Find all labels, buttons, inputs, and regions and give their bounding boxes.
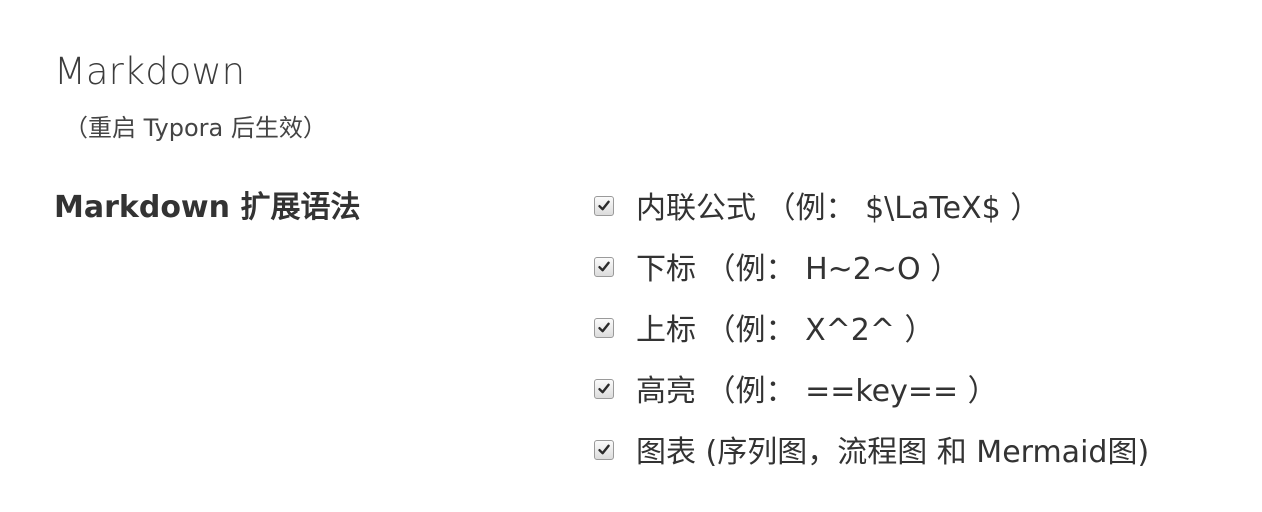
checkmark-icon xyxy=(598,444,610,454)
superscript-label: 上标 （例： X^2^ ） xyxy=(636,312,935,348)
section-title: Markdown xyxy=(54,50,246,93)
superscript-checkbox[interactable] xyxy=(594,317,614,338)
highlight-checkbox[interactable] xyxy=(594,378,614,399)
markdown-extension-options: 内联公式 （例： $\LaTeX$ ） 下标 （例： H~2~O ） 上标 （例… xyxy=(594,178,1234,483)
inline-math-label: 内联公式 （例： $\LaTeX$ ） xyxy=(636,190,1041,226)
highlight-label: 高亮 （例： ==key== ） xyxy=(636,373,998,409)
checkmark-icon xyxy=(598,322,610,332)
option-inline-math[interactable]: 内联公式 （例： $\LaTeX$ ） xyxy=(594,178,1234,239)
checkmark-icon xyxy=(598,383,610,393)
diagrams-label: 图表 (序列图，流程图 和 Mermaid图) xyxy=(636,434,1150,470)
setting-label-markdown-extensions: Markdown 扩展语法 xyxy=(54,190,361,225)
option-superscript[interactable]: 上标 （例： X^2^ ） xyxy=(594,300,1234,361)
checkmark-icon xyxy=(598,261,610,271)
inline-math-checkbox[interactable] xyxy=(594,195,614,216)
option-highlight[interactable]: 高亮 （例： ==key== ） xyxy=(594,361,1234,422)
subscript-label: 下标 （例： H~2~O ） xyxy=(636,251,961,287)
checkmark-icon xyxy=(598,200,610,210)
diagrams-checkbox[interactable] xyxy=(594,439,614,460)
section-subtitle: （重启 Typora 后生效） xyxy=(64,114,327,142)
option-subscript[interactable]: 下标 （例： H~2~O ） xyxy=(594,239,1234,300)
option-diagrams[interactable]: 图表 (序列图，流程图 和 Mermaid图) xyxy=(594,422,1234,483)
subscript-checkbox[interactable] xyxy=(594,256,614,277)
